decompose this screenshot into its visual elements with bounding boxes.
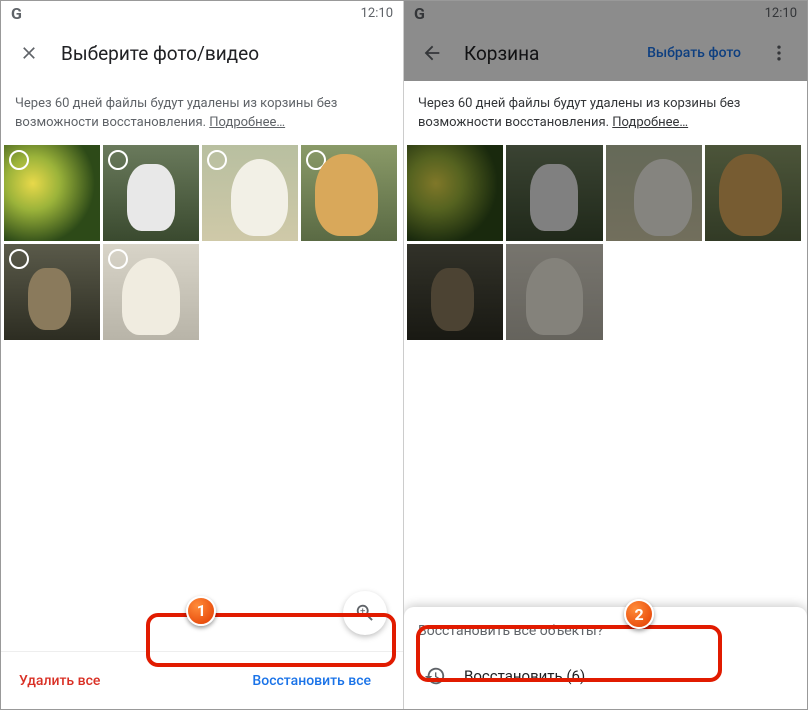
select-photos-button[interactable]: Выбрать фото — [641, 45, 747, 61]
bottom-sheet: Восстановить все объекты? Восстановить (… — [404, 607, 807, 709]
zoom-fab[interactable] — [343, 591, 387, 635]
selection-ring-icon — [9, 150, 29, 170]
bottom-action-bar: Удалить все Восстановить все — [1, 651, 403, 709]
trash-notice: Через 60 дней файлы будут удалены из кор… — [404, 81, 807, 145]
google-logo: G — [414, 4, 425, 23]
selection-ring-icon — [207, 150, 227, 170]
status-time: 12:10 — [765, 6, 797, 21]
photo-thumb[interactable] — [407, 244, 503, 340]
photo-thumb[interactable] — [4, 145, 100, 241]
step-badge: 1 — [186, 596, 216, 626]
selection-ring-icon — [108, 150, 128, 170]
learn-more-link[interactable]: Подробнее… — [209, 115, 285, 130]
restore-action-label: Восстановить (6) — [464, 667, 585, 685]
notice-text: Через 60 дней файлы будут удалены из кор… — [15, 96, 337, 130]
app-bar: Выберите фото/видео — [1, 25, 403, 81]
photo-thumb[interactable] — [103, 145, 199, 241]
photo-grid — [404, 145, 807, 341]
photo-thumb[interactable] — [606, 145, 702, 241]
learn-more-link[interactable]: Подробнее… — [612, 115, 688, 130]
photo-thumb[interactable] — [4, 244, 100, 340]
app-bar: Корзина Выбрать фото — [404, 25, 807, 81]
trash-notice: Через 60 дней файлы будут удалены из кор… — [1, 81, 403, 145]
more-icon[interactable] — [759, 33, 799, 73]
photo-thumb[interactable] — [202, 145, 298, 241]
appbar-title: Выберите фото/видео — [61, 42, 395, 65]
photo-grid — [1, 145, 403, 340]
restore-all-button[interactable]: Восстановить все — [238, 663, 385, 699]
selection-ring-icon — [306, 150, 326, 170]
selection-ring-icon — [108, 249, 128, 269]
back-icon[interactable] — [412, 33, 452, 73]
status-bar: G 12:10 — [404, 1, 807, 25]
photo-thumb[interactable] — [301, 145, 397, 241]
status-time: 12:10 — [361, 6, 393, 21]
restore-action-button[interactable]: Восстановить (6) — [418, 655, 793, 697]
photo-thumb[interactable] — [705, 145, 801, 241]
google-logo: G — [11, 4, 22, 23]
photo-thumb[interactable] — [506, 244, 602, 340]
photo-thumb[interactable] — [407, 145, 503, 241]
selection-ring-icon — [9, 249, 29, 269]
status-bar: G 12:10 — [1, 1, 403, 25]
photo-thumb[interactable] — [103, 244, 199, 340]
restore-history-icon — [424, 665, 446, 687]
close-icon[interactable] — [9, 33, 49, 73]
photo-thumb[interactable] — [506, 145, 602, 241]
screen-trash-sheet: G 12:10 Корзина Выбрать фото Через 60 дн… — [404, 1, 807, 709]
sheet-title: Восстановить все объекты? — [418, 623, 793, 639]
notice-text: Через 60 дней файлы будут удалены из кор… — [418, 96, 740, 130]
appbar-title: Корзина — [464, 42, 629, 65]
delete-all-button[interactable]: Удалить все — [19, 673, 100, 689]
